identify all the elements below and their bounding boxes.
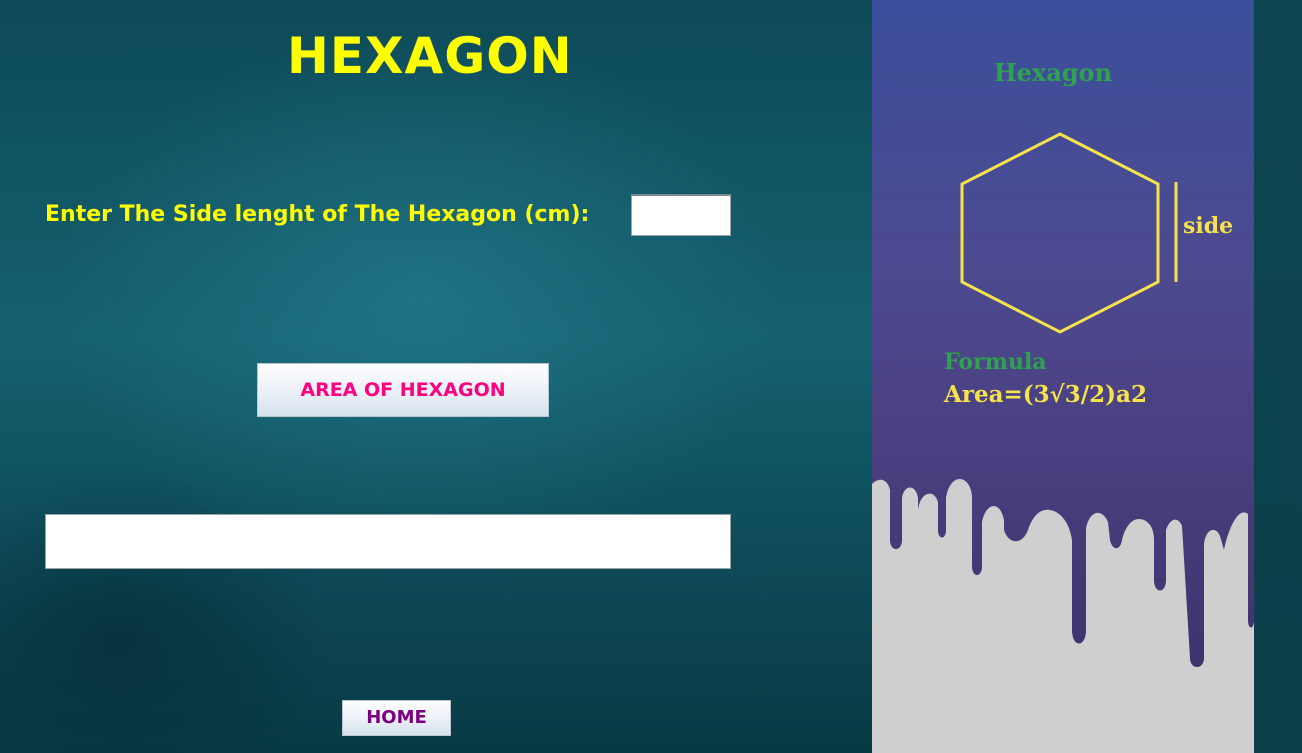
hexagon-outline xyxy=(960,132,1160,334)
drip-shape xyxy=(872,479,1254,753)
side-label: side xyxy=(1183,213,1234,239)
side-length-input[interactable] xyxy=(631,194,731,236)
background-right-strip xyxy=(1254,0,1302,753)
info-panel: Hexagon side Formula Area=(3√3/2)a2 xyxy=(872,0,1254,753)
formula-heading: Formula xyxy=(944,349,1047,375)
home-button[interactable]: HOME xyxy=(342,700,451,736)
side-length-label: Enter The Side lenght of The Hexagon (cm… xyxy=(45,202,590,227)
paint-drip-decoration xyxy=(872,479,1254,753)
formula-text: Area=(3√3/2)a2 xyxy=(944,381,1147,408)
hexagon-diagram-icon xyxy=(960,132,1178,334)
area-result-field[interactable] xyxy=(45,514,731,569)
area-of-hexagon-button[interactable]: AREA OF HEXAGON xyxy=(257,363,549,417)
panel-shape-name: Hexagon xyxy=(993,58,1113,87)
page-title: HEXAGON xyxy=(287,27,573,85)
